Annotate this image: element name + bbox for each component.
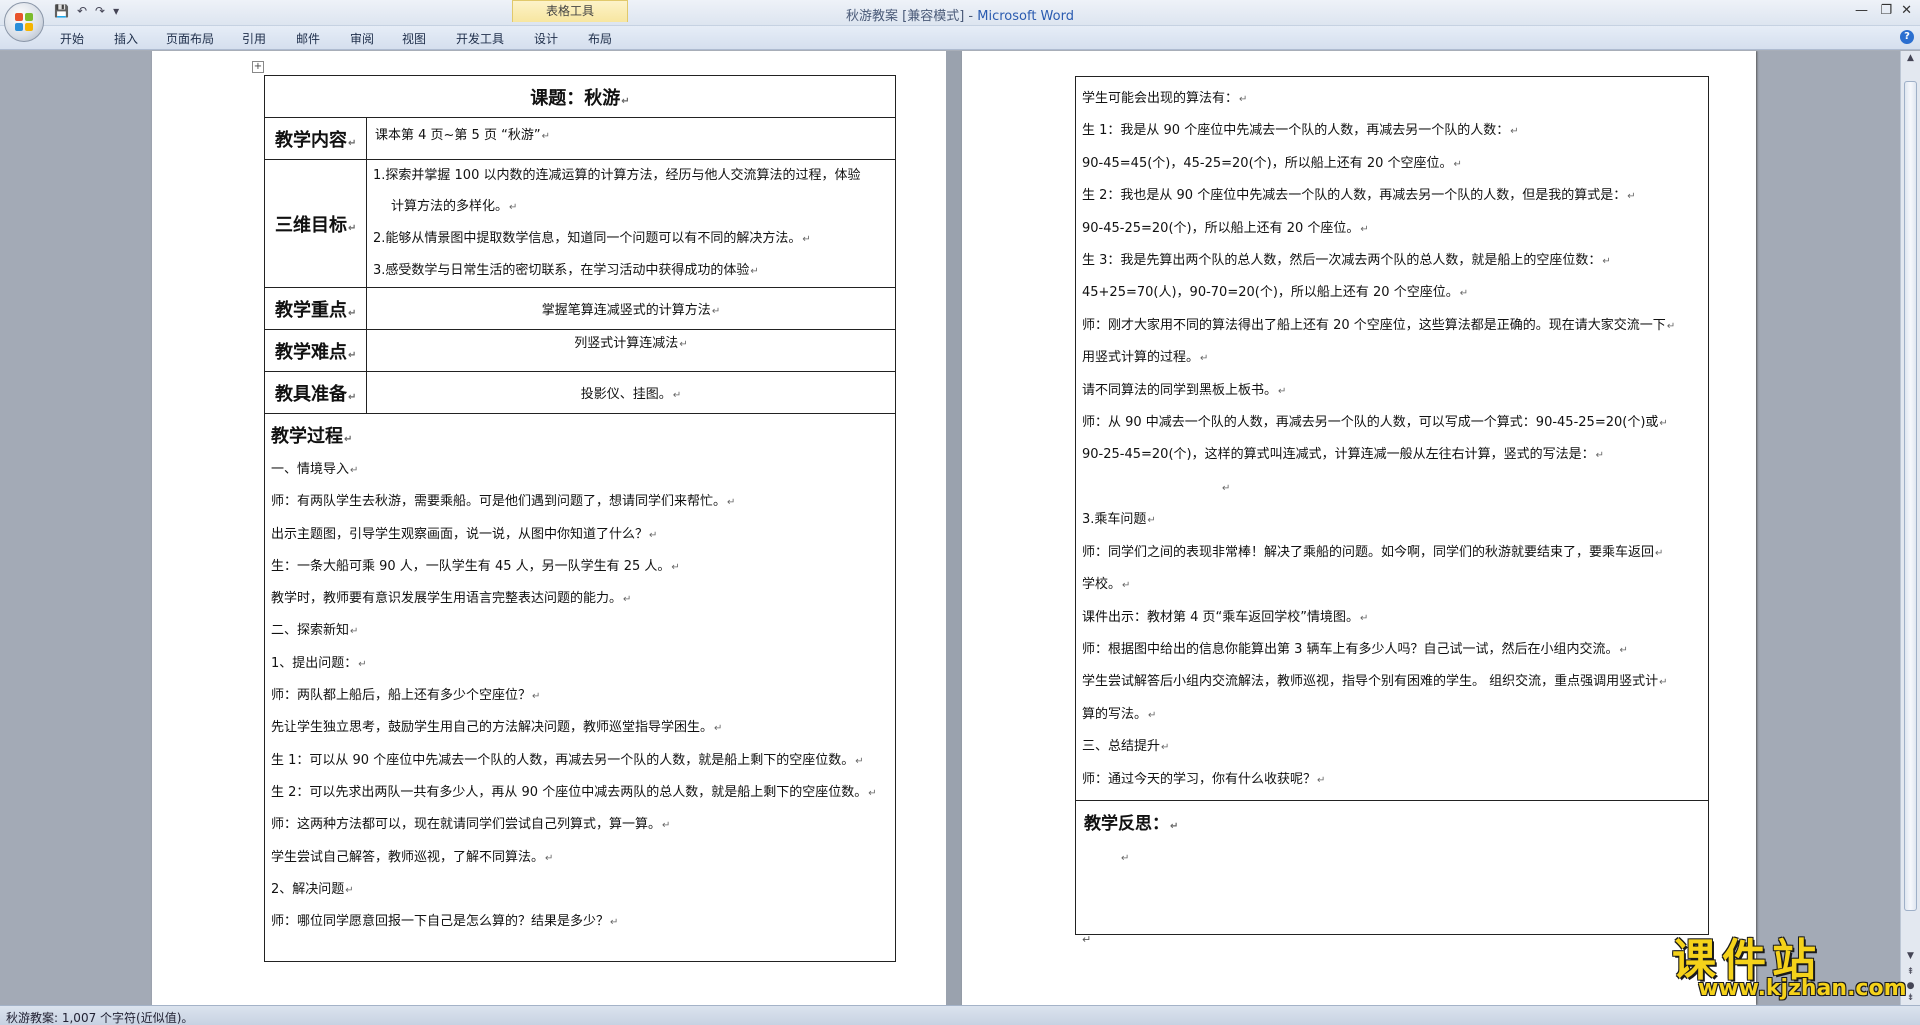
watermark-url-text: www.kjzhan.com <box>1698 976 1907 1001</box>
goals-label: 三维目标↵ <box>264 159 367 288</box>
content-line: 请不同算法的同学到黑板上板书。↵ <box>1082 382 1287 398</box>
right-lines: 学生可能会出现的算法有：↵ 生 1：我是从 90 个座位中先减去一个队的人数，再减… <box>1082 83 1702 796</box>
table-move-handle-icon[interactable]: + <box>252 61 264 73</box>
tab-design[interactable]: 设计 <box>534 30 558 47</box>
document-workspace: + 课题：秋游↵ 教学内容↵ 课本第 4 页~第 5 页 “秋游”↵ 三维目标↵ <box>0 51 1900 1005</box>
close-icon[interactable]: ✕ <box>1901 3 1912 18</box>
content-line: 师：刚才大家用不同的算法得出了船上还有 20 个空座位，这些算法都是正确的。现在… <box>1082 317 1676 333</box>
goal-line: 3.感受数学与日常生活的密切联系，在学习活动中获得成功的体验↵ <box>373 263 759 278</box>
status-bar: 秋游教案: 1,007 个字符(近似值)。 <box>0 1005 1920 1025</box>
tab-layout[interactable]: 布局 <box>588 30 612 47</box>
process-lines: 一、情境导入↵ 师：有两队学生去秋游，需要乘船。可是他们遇到问题了，想请同学们来… <box>271 454 889 938</box>
process-line: 师：哪位同学愿意回报一下自己是怎么算的？结果是多少？↵ <box>271 914 619 930</box>
office-button[interactable] <box>4 2 44 42</box>
content-line: 45+25=70(人)，90-70=20(个)，所以船上还有 20 个空座位。↵ <box>1082 285 1469 301</box>
ribbon-tab-bar: 开始 插入 页面布局 引用 邮件 审阅 视图 开发工具 设计 布局 ? <box>0 26 1920 50</box>
content-label: 教学内容↵ <box>264 117 367 160</box>
process-line: 出示主题图，引导学生观察画面，说一说，从图中你知道了什么？↵ <box>271 526 658 542</box>
tab-references[interactable]: 引用 <box>242 30 266 47</box>
process-line: 先让学生独立思考，鼓励学生用自己的方法解决问题，教师巡堂指导学困生。↵ <box>271 720 723 736</box>
office-logo-icon <box>15 13 33 31</box>
process-line: 1、提出问题：↵ <box>271 655 367 671</box>
scrollbar-thumb[interactable] <box>1904 81 1917 911</box>
content-line: 师：从 90 中减去一个队的人数，再减去另一个队的人数，可以写成一个算式：90-… <box>1082 415 1668 431</box>
paragraph-mark: ↵ <box>1082 933 1092 946</box>
lesson-title[interactable]: 课题：秋游↵ <box>264 75 896 118</box>
lesson-plan-table: 课题：秋游↵ 教学内容↵ 课本第 4 页~第 5 页 “秋游”↵ 三维目标↵ 1… <box>264 75 896 962</box>
process-line: 学生尝试自己解答，教师巡视，了解不同算法。↵ <box>271 849 554 865</box>
kjzhan-watermark-logo: 课件站 www.kjzhan.com <box>1668 924 1908 1004</box>
restore-icon[interactable]: ❐ <box>1880 3 1892 18</box>
goal-line: 1.探索并掌握 100 以内数的连减运算的计算方法，经历与他人交流算法的过程，体… <box>373 168 861 183</box>
vertical-scrollbar[interactable]: ▲ ▼ ⇞ ● ⇟ <box>1900 51 1920 1005</box>
content-line: 学生可能会出现的算法有：↵ <box>1082 91 1248 106</box>
help-icon[interactable]: ? <box>1900 30 1914 44</box>
tab-mailings[interactable]: 邮件 <box>296 30 320 47</box>
content-line: 课件出示：教材第 4 页“乘车返回学校”情境图。↵ <box>1082 609 1369 625</box>
page-gap <box>946 51 962 1005</box>
scroll-up-icon[interactable]: ▲ <box>1904 53 1917 63</box>
content-line: 三、总结提升↵ <box>1082 739 1170 755</box>
tab-page-layout[interactable]: 页面布局 <box>166 30 214 47</box>
tab-home[interactable]: 开始 <box>60 30 84 47</box>
tab-insert[interactable]: 插入 <box>114 30 138 47</box>
tab-view[interactable]: 视图 <box>402 30 426 47</box>
content-line: 生 3：我是先算出两个队的总人数，然后一次减去两个队的总人数，就是船上的空座位数… <box>1082 253 1611 269</box>
reflection-cell[interactable]: 教学反思：↵ ↵ <box>1075 799 1709 935</box>
goal-line: 2.能够从情景图中提取数学信息，知道同一个问题可以有不同的解决方法。↵ <box>373 231 811 246</box>
title-bar: 💾 ↶ ↷ ▾ 表格工具 秋游教案 [兼容模式] - Microsoft Wor… <box>0 0 1920 42</box>
content-line: 生 1：我是从 90 个座位中先减去一个队的人数，再减去另一个队的人数：↵ <box>1082 123 1519 139</box>
content-line: 90-45=45(个)，45-25=20(个)，所以船上还有 20 个空座位。↵ <box>1082 155 1462 171</box>
process-line: 生 1：可以从 90 个座位中先减去一个队的人数，再减去另一个队的人数，就是船上… <box>271 752 864 768</box>
content-line: 90-25-45=20(个)，这样的算式叫连减式，计算连减一般从左往右计算，竖式… <box>1082 447 1604 463</box>
process-line: 生：一条大船可乘 90 人，一队学生有 45 人，另一队学生有 25 人。↵ <box>271 558 680 574</box>
prep-label: 教具准备↵ <box>264 371 367 414</box>
word-count-status[interactable]: 秋游教案: 1,007 个字符(近似值)。 <box>6 1009 193 1025</box>
process-line: 2、解决问题↵ <box>271 881 354 897</box>
content-line: 师：同学们之间的表现非常棒！解决了乘船的问题。如今啊，同学们的秋游就要结束了，要… <box>1082 544 1664 560</box>
process-line: 一、情境导入↵ <box>271 462 359 477</box>
tab-developer[interactable]: 开发工具 <box>456 30 504 47</box>
tab-review[interactable]: 审阅 <box>350 30 374 47</box>
process-line: 生 2：可以先求出两队一共有多少人，再从 90 个座位中减去两队的总人数，就是船… <box>271 784 877 800</box>
teaching-process-cell[interactable]: 教学过程↵ 一、情境导入↵ 师：有两队学生去秋游，需要乘船。可是他们遇到问题了，… <box>264 413 896 962</box>
content-line: 师：根据图中给出的信息你能算出第 3 辆车上有多少人吗？自己试一试，然后在小组内… <box>1082 641 1628 657</box>
content-line: 学校。↵ <box>1082 577 1131 593</box>
page-left: + 课题：秋游↵ 教学内容↵ 课本第 4 页~第 5 页 “秋游”↵ 三维目标↵ <box>152 51 946 1005</box>
reflection-title: 教学反思：↵ <box>1084 813 1179 834</box>
process-line: 师：两队都上船后，船上还有多少个空座位？↵ <box>271 688 541 704</box>
content-value[interactable]: 课本第 4 页~第 5 页 “秋游”↵ <box>366 117 896 160</box>
content-line: 3.乘车问题↵ <box>1082 512 1156 528</box>
goal-line: 计算方法的多样化。↵ <box>391 199 518 214</box>
process-line: 师：这两种方法都可以，现在就请同学们尝试自己列算式，算一算。↵ <box>271 817 671 833</box>
difficulty-value[interactable]: 列竖式计算连减法↵ <box>366 329 896 372</box>
continued-process-cell[interactable]: 学生可能会出现的算法有：↵ 生 1：我是从 90 个座位中先减去一个队的人数，再减… <box>1075 76 1709 801</box>
key-point-label: 教学重点↵ <box>264 287 367 330</box>
continued-table: 学生可能会出现的算法有：↵ 生 1：我是从 90 个座位中先减去一个队的人数，再减… <box>1075 76 1709 935</box>
content-line: ↵ <box>1222 482 1231 494</box>
empty-paragraph: ↵ <box>1121 852 1130 864</box>
minimize-icon[interactable]: — <box>1855 3 1868 18</box>
page-right: 学生可能会出现的算法有：↵ 生 1：我是从 90 个座位中先减去一个队的人数，再减… <box>962 51 1756 1005</box>
content-line: 算的写法。↵ <box>1082 706 1157 722</box>
content-line: 用竖式计算的过程。↵ <box>1082 350 1209 366</box>
process-line: 教学时，教师要有意识发展学生用语言完整表达问题的能力。↵ <box>271 591 632 607</box>
process-line: 师：有两队学生去秋游，需要乘船。可是他们遇到问题了，想请同学们来帮忙。↵ <box>271 494 736 510</box>
process-line: 二、探索新知↵ <box>271 623 359 639</box>
goals-value[interactable]: 1.探索并掌握 100 以内数的连减运算的计算方法，经历与他人交流算法的过程，体… <box>366 159 896 288</box>
process-title: 教学过程↵ <box>271 426 353 447</box>
content-line: 90-45-25=20(个)，所以船上还有 20 个座位。↵ <box>1082 220 1369 236</box>
content-line: 师：通过今天的学习，你有什么收获呢？↵ <box>1082 771 1326 787</box>
window-title: 秋游教案 [兼容模式] - Microsoft Word <box>846 9 1074 24</box>
key-point-value[interactable]: 掌握笔算连减竖式的计算方法↵ <box>366 287 896 330</box>
content-line: 生 2：我也是从 90 个座位中先减去一个队的人数，再减去另一个队的人数，但是我… <box>1082 188 1636 204</box>
difficulty-label: 教学难点↵ <box>264 329 367 372</box>
content-line: 学生尝试解答后小组内交流解法，教师巡视，指导个别有困难的学生。 组织交流，重点强… <box>1082 674 1668 690</box>
prep-value[interactable]: 投影仪、挂图。↵ <box>366 371 896 414</box>
